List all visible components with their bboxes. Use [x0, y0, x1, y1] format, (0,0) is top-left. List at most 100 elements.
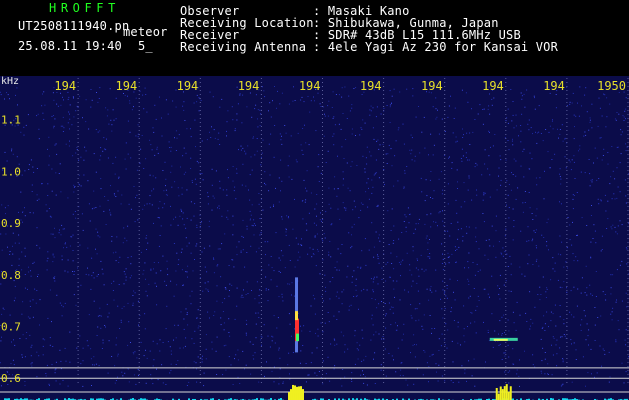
noise-speck: [412, 95, 414, 97]
noise-speck: [552, 268, 554, 270]
noise-speck: [52, 254, 54, 256]
noise-speck: [387, 261, 389, 263]
noise-speck: [392, 280, 394, 282]
noise-speck: [38, 138, 40, 140]
noise-speck: [592, 238, 594, 239]
noise-speck: [104, 325, 106, 326]
noise-speck: [90, 106, 92, 108]
noise-speck: [90, 348, 92, 350]
noise-speck: [349, 110, 351, 112]
noise-speck: [182, 347, 184, 349]
noise-speck: [534, 366, 536, 368]
noise-speck: [483, 321, 484, 323]
noise-speck: [167, 194, 168, 196]
noise-speck: [427, 256, 429, 258]
noise-speck: [253, 136, 254, 138]
noise-speck: [33, 171, 35, 173]
noise-speck: [85, 99, 87, 101]
noise-speck: [594, 340, 596, 341]
noise-speck: [385, 327, 387, 329]
noise-speck: [62, 131, 64, 132]
noise-speck: [539, 177, 541, 179]
noise-speck: [96, 92, 97, 93]
noise-speck: [82, 360, 84, 362]
noise-speck: [100, 260, 102, 262]
noise-speck: [489, 132, 490, 133]
noise-speck: [474, 274, 476, 276]
noise-speck: [414, 344, 415, 345]
noise-speck: [127, 225, 129, 227]
noise-speck: [242, 296, 244, 298]
noise-speck: [175, 106, 177, 108]
noise-speck: [133, 106, 134, 108]
noise-speck: [489, 296, 490, 298]
noise-speck: [161, 135, 163, 137]
noise-speck: [371, 318, 373, 320]
noise-speck: [212, 96, 214, 98]
noise-speck: [222, 311, 224, 312]
noise-speck: [616, 233, 618, 235]
noise-speck: [370, 339, 372, 341]
noise-speck: [247, 293, 249, 294]
noise-speck: [71, 124, 73, 126]
noise-speck: [140, 251, 142, 253]
noise-speck: [38, 355, 40, 357]
noise-speck: [468, 226, 470, 228]
signal-burst: [294, 385, 297, 400]
noise-speck: [154, 104, 156, 106]
noise-speck: [252, 137, 254, 139]
noise-speck: [376, 140, 378, 142]
noise-speck: [127, 368, 129, 370]
noise-speck: [596, 179, 598, 181]
noise-speck: [199, 227, 201, 229]
noise-speck: [260, 232, 262, 234]
noise-speck: [360, 202, 362, 204]
noise-speck: [590, 348, 592, 350]
noise-speck: [345, 139, 347, 140]
noise-speck: [570, 290, 572, 292]
noise-speck: [123, 271, 125, 273]
noise-speck: [124, 237, 126, 239]
noise-speck: [24, 170, 26, 172]
noise-speck: [129, 100, 131, 102]
noise-speck: [591, 179, 593, 181]
noise-speck: [421, 325, 423, 327]
noise-speck: [363, 359, 365, 361]
noise-speck: [20, 131, 22, 133]
noise-speck: [170, 146, 172, 148]
noise-speck: [201, 221, 202, 223]
noise-speck: [410, 315, 412, 317]
noise-speck: [565, 261, 567, 263]
noise-speck: [434, 328, 436, 329]
noise-speck: [196, 381, 198, 383]
noise-speck: [24, 215, 26, 217]
noise-speck: [227, 177, 229, 179]
noise-speck: [544, 352, 546, 353]
noise-speck: [111, 356, 113, 357]
noise-speck: [93, 277, 95, 279]
noise-speck: [430, 286, 432, 288]
noise-speck: [324, 113, 325, 115]
noise-speck: [285, 234, 287, 236]
noise-speck: [425, 269, 427, 271]
noise-speck: [438, 338, 440, 340]
noise-speck: [542, 347, 544, 349]
noise-speck: [144, 328, 146, 330]
noise-speck: [12, 359, 14, 361]
noise-speck: [308, 144, 310, 146]
noise-speck: [363, 374, 364, 375]
noise-speck: [273, 156, 275, 158]
noise-speck: [107, 316, 109, 318]
signal-burst: [497, 393, 500, 400]
noise-speck: [563, 323, 565, 325]
noise-speck: [334, 176, 336, 178]
noise-speck: [413, 383, 415, 385]
noise-speck: [428, 381, 429, 383]
noise-speck: [596, 372, 598, 374]
noise-speck: [488, 155, 490, 157]
noise-speck: [246, 252, 248, 253]
noise-speck: [374, 352, 376, 354]
noise-speck: [391, 102, 392, 104]
noise-speck: [401, 232, 403, 233]
noise-speck: [573, 138, 575, 140]
